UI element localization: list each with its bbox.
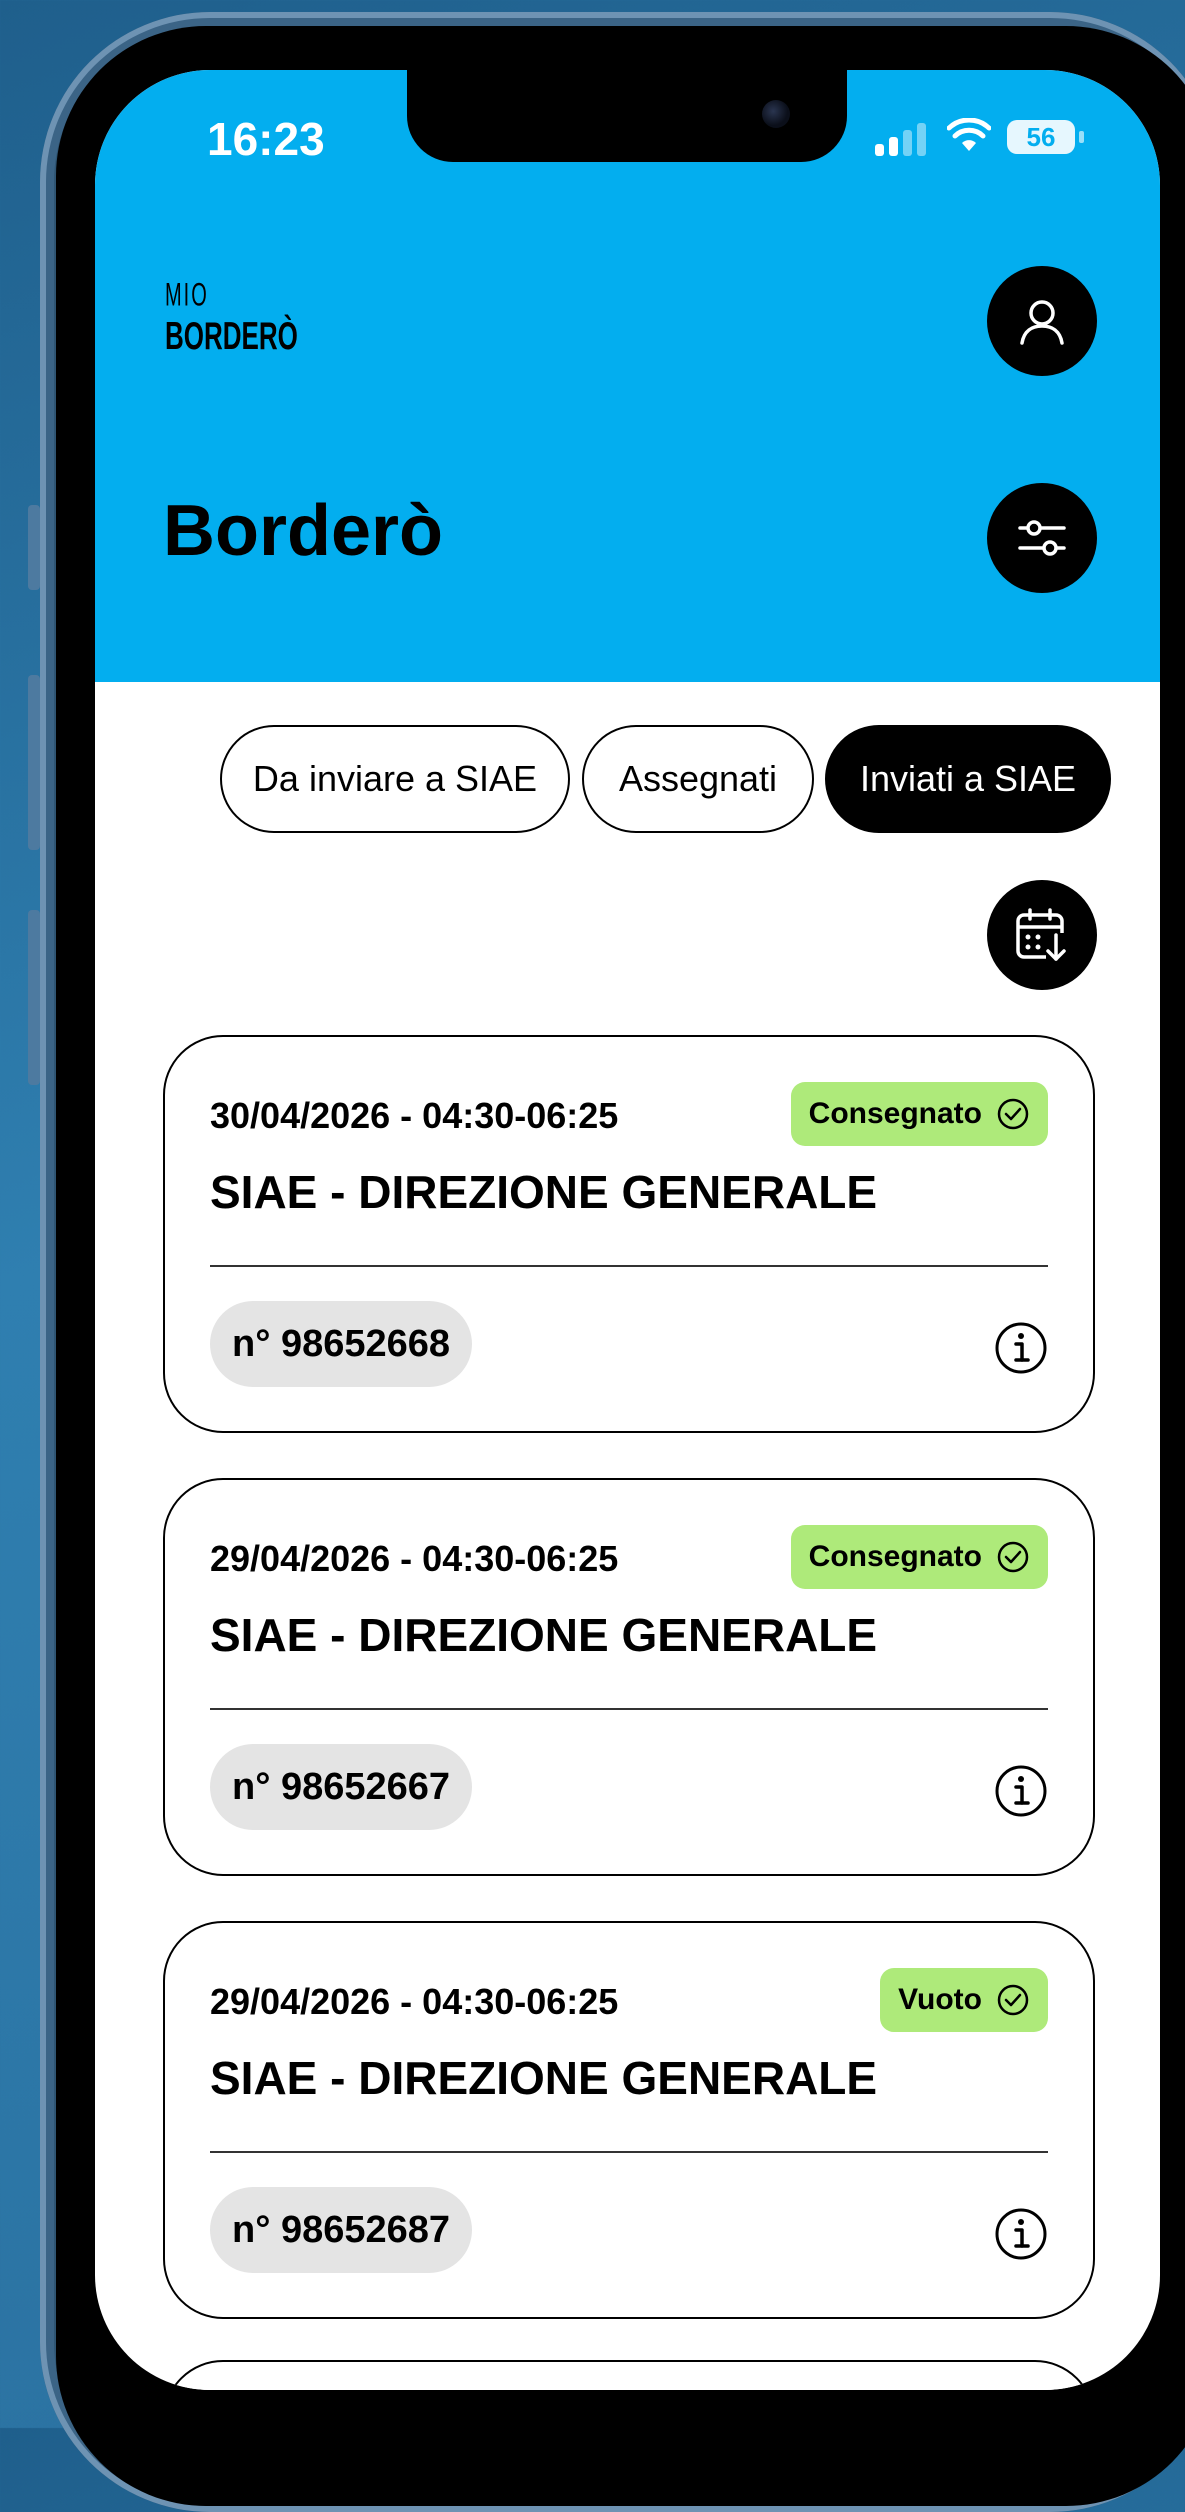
card-divider xyxy=(210,2151,1048,2153)
bordero-card[interactable]: 29/04/2026 - 04:30-06:25 Consegnato SIAE… xyxy=(163,1478,1095,1876)
side-button xyxy=(28,505,40,590)
status-time: 16:23 xyxy=(207,113,325,165)
profile-button[interactable] xyxy=(987,266,1097,376)
bordero-card[interactable]: 29/04/2026 - 04:30-06:25 Vuoto SIAE - DI… xyxy=(163,1921,1095,2319)
bordero-card[interactable]: 30/04/2026 - 04:30-06:25 Consegnato SIAE… xyxy=(163,1035,1095,1433)
filter-button[interactable] xyxy=(987,483,1097,593)
tab-inviati[interactable]: Inviati a SIAE xyxy=(825,725,1111,833)
battery-indicator: 56 xyxy=(1007,120,1075,154)
card-date: 29/04/2026 - 04:30-06:25 xyxy=(210,1981,619,2022)
card-date: 29/04/2026 - 04:30-06:25 xyxy=(210,1538,619,1579)
bordero-card-partial[interactable] xyxy=(163,2360,1095,2390)
signal-icon xyxy=(875,122,935,156)
side-button xyxy=(28,675,40,850)
tab-fade xyxy=(95,725,165,833)
card-divider xyxy=(210,1265,1048,1267)
check-circle-icon xyxy=(997,1541,1029,1573)
check-circle-icon xyxy=(997,1984,1029,2016)
bordero-number: n° 98652668 xyxy=(210,1301,473,1387)
check-circle-icon xyxy=(997,1098,1029,1130)
calendar-export-button[interactable] xyxy=(987,880,1097,990)
sliders-icon xyxy=(1018,520,1066,556)
app-screen: 16:23 56 MIO BORDERÒ Borderò Da inviare … xyxy=(95,70,1160,2390)
status-badge: Consegnato xyxy=(790,1525,1048,1589)
calendar-download-icon xyxy=(1016,908,1068,963)
battery-tip xyxy=(1079,131,1084,143)
tab-assegnati[interactable]: Assegnati xyxy=(582,725,814,833)
status-badge: Consegnato xyxy=(790,1082,1048,1146)
info-icon[interactable] xyxy=(994,1321,1048,1375)
tab-da-inviare[interactable]: Da inviare a SIAE xyxy=(220,725,570,833)
bordero-number: n° 98652687 xyxy=(210,2187,473,2273)
page-title: Borderò xyxy=(163,491,444,571)
card-title: SIAE - DIREZIONE GENERALE xyxy=(210,1166,878,1218)
bordero-number: n° 98652667 xyxy=(210,1744,473,1830)
status-badge: Vuoto xyxy=(880,1968,1048,2032)
info-icon[interactable] xyxy=(994,1764,1048,1818)
user-icon xyxy=(1020,300,1064,345)
filter-tabs: e Da inviare a SIAE Assegnati Inviati a … xyxy=(95,725,1160,837)
app-header: 16:23 56 MIO BORDERÒ Borderò xyxy=(95,70,1160,682)
card-title: SIAE - DIREZIONE GENERALE xyxy=(210,2052,878,2104)
app-logo: MIO BORDERÒ xyxy=(165,278,298,358)
notch xyxy=(407,70,847,162)
card-divider xyxy=(210,1708,1048,1710)
camera-icon xyxy=(762,100,790,128)
card-date: 30/04/2026 - 04:30-06:25 xyxy=(210,1095,619,1136)
card-title: SIAE - DIREZIONE GENERALE xyxy=(210,1609,878,1661)
side-button xyxy=(28,910,40,1085)
wifi-icon xyxy=(947,118,991,151)
info-icon[interactable] xyxy=(994,2207,1048,2261)
